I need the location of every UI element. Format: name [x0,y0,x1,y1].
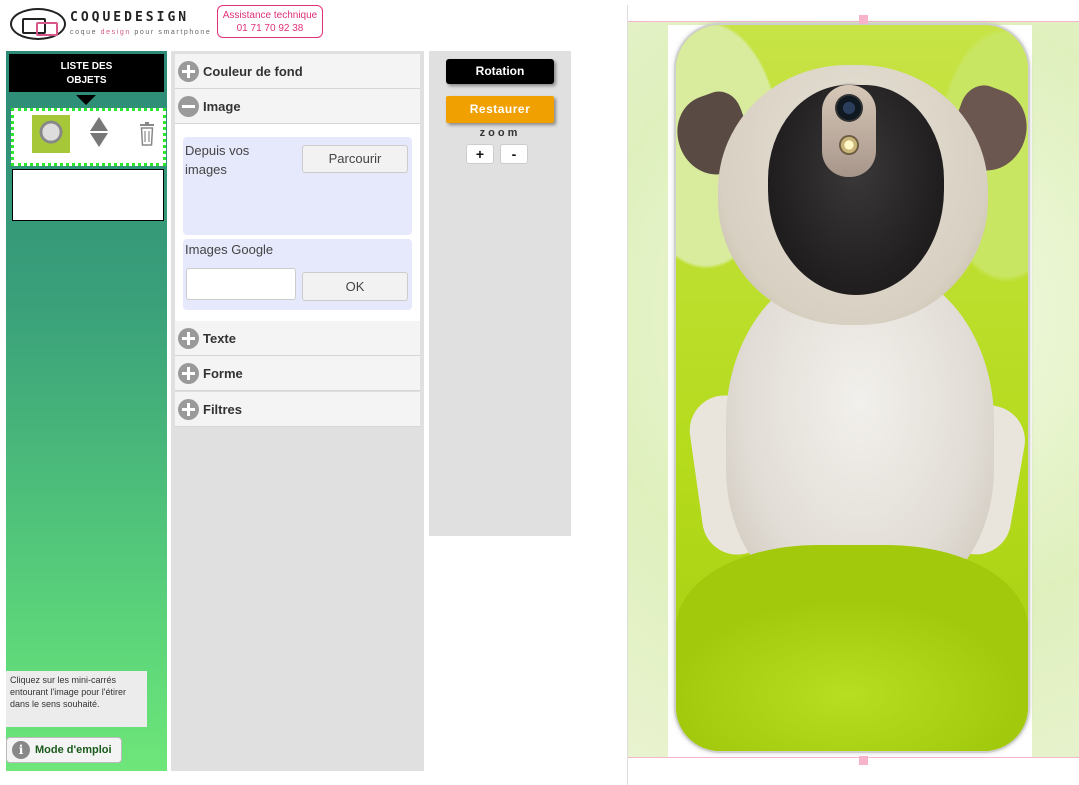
image-section-body: Depuis vos images Parcourir Images Googl… [175,124,420,321]
objects-list-header: LISTE DES OBJETS [9,54,164,92]
plus-icon [178,61,199,82]
tools-panel: Rotation Restaurer zoom + - [429,51,571,536]
options-panel: Couleur de fond Image Depuis vos images … [171,51,424,771]
zoom-out-button[interactable]: - [500,144,528,164]
plus-icon [178,363,199,384]
resize-handle-bottom[interactable] [859,756,868,765]
plus-icon [178,399,199,420]
browse-button[interactable]: Parcourir [302,145,408,173]
manual-button[interactable]: i Mode d'emploi [6,737,122,763]
object-item-empty[interactable] [12,169,164,221]
phone-case-preview[interactable] [676,25,1028,751]
stretch-hint: Cliquez sur les mini-carrés entourant l'… [6,671,147,727]
minus-icon [178,96,199,117]
resize-handle-top[interactable] [859,15,868,24]
accordion-background-color[interactable]: Couleur de fond [175,54,420,89]
accordion-text[interactable]: Texte [175,321,420,356]
google-images-label: Images Google [185,242,274,257]
assistance-box[interactable]: Assistance technique 01 71 70 92 38 [217,5,323,38]
assistance-title: Assistance technique [222,10,318,21]
object-item-selected[interactable] [11,108,166,166]
google-images-box: Images Google OK [183,239,412,310]
brand-tagline: coque design pour smartphone [70,29,212,36]
rotation-button[interactable]: Rotation [446,59,554,84]
accordion-image[interactable]: Image [175,89,420,124]
arrow-down-icon[interactable] [90,133,108,147]
plus-icon [178,328,199,349]
upload-box: Depuis vos images Parcourir [183,137,412,235]
trash-icon[interactable] [139,121,155,147]
arrow-up-icon[interactable] [90,117,108,131]
zoom-label: zoom [479,127,521,139]
brand-name: COQUEDESIGN [70,10,190,25]
guide-line-top [628,21,1079,22]
zoom-in-button[interactable]: + [466,144,494,164]
accordion-shape[interactable]: Forme [175,356,420,391]
logo-mark-icon [10,8,66,40]
manual-button-label: Mode d'emploi [35,744,112,756]
logo[interactable]: COQUEDESIGN coque design pour smartphone [10,6,210,42]
google-search-input[interactable] [186,268,296,300]
design-canvas[interactable] [627,5,1079,785]
google-ok-button[interactable]: OK [302,272,408,301]
assistance-phone: 01 71 70 92 38 [236,23,304,34]
accordion-filters[interactable]: Filtres [175,392,420,427]
header-pointer-icon [76,95,96,105]
objects-panel: LISTE DES OBJETS Cliquez sur les mini-ca… [6,51,167,771]
upload-label: Depuis vos images [185,143,250,177]
guide-line-bottom [628,757,1079,758]
camera-cutout-icon [822,85,876,177]
restore-button[interactable]: Restaurer [446,96,554,123]
photo-blanket-front [676,545,1028,751]
object-thumbnail[interactable] [32,115,70,153]
info-icon: i [12,741,30,759]
